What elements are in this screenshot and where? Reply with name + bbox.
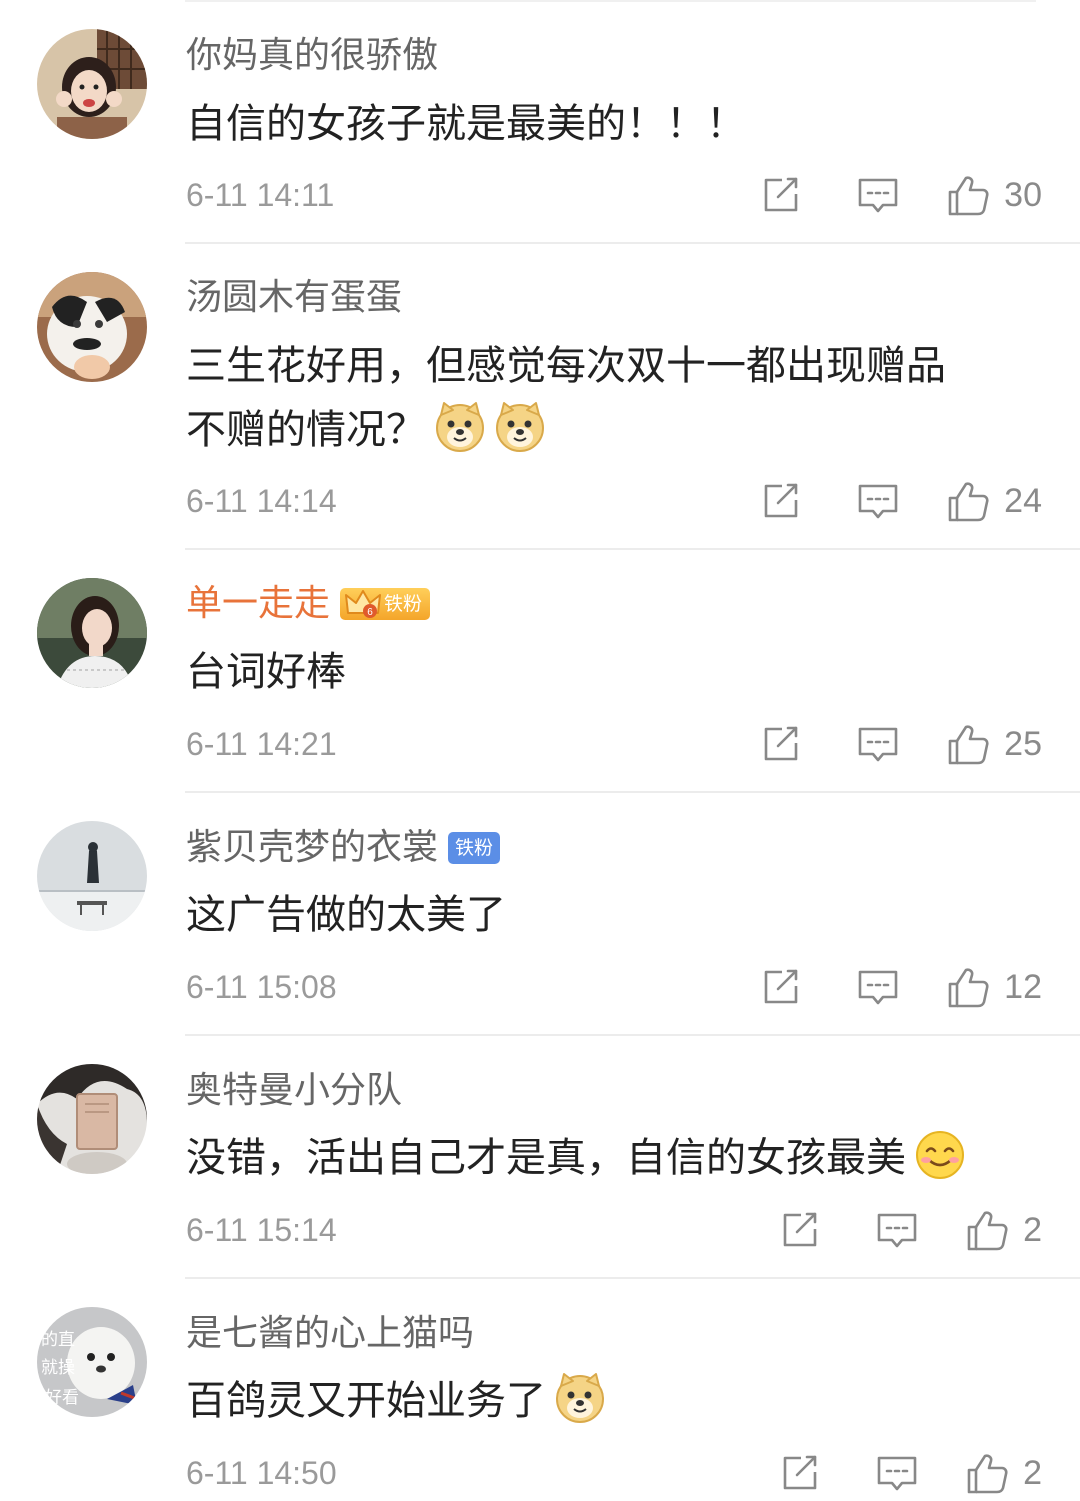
comment-item: 奥特曼小分队 没错，活出自己才是真，自信的女孩最美 6-11 15:14 2 <box>0 1036 1080 1279</box>
timestamp: 6-11 14:11 <box>186 177 335 213</box>
smile-emoji <box>915 1130 965 1180</box>
like-button[interactable]: 30 <box>946 173 1042 217</box>
avatar-text: 就操 <box>41 1358 75 1378</box>
comment-item: 单一走走 6 铁粉 台词好棒 6-11 14:21 25 <box>0 550 1080 793</box>
username[interactable]: 你妈真的很骄傲 <box>186 34 438 78</box>
comment-item: 紫贝壳梦的衣裳 铁粉 这广告做的太美了 6-11 15:08 12 <box>0 793 1080 1036</box>
comment-actions: 24 <box>758 476 1042 526</box>
badge-label: 铁粉 <box>384 593 423 615</box>
share-icon[interactable] <box>777 1451 821 1495</box>
comment-icon[interactable] <box>875 1208 919 1252</box>
comment-text: 这广告做的太美了 <box>186 883 1026 947</box>
comment-text-content: 台词好棒 <box>186 649 346 695</box>
avatar[interactable] <box>37 272 147 382</box>
avatar[interactable] <box>37 578 147 688</box>
comment-text: 三生花好用，但感觉每次双十一都出现赠品 不赠的情况？ <box>186 334 1026 462</box>
username-text[interactable]: 紫贝壳梦的衣裳 <box>186 826 438 870</box>
avatar[interactable] <box>37 821 147 931</box>
comment-icon[interactable] <box>856 479 900 523</box>
like-button[interactable]: 2 <box>965 1208 1042 1252</box>
comment-text-line: 三生花好用，但感觉每次双十一都出现赠品 <box>186 343 946 389</box>
crown-icon: 6 <box>345 590 382 618</box>
comment-icon[interactable] <box>856 722 900 766</box>
comment-text: 没错，活出自己才是真，自信的女孩最美 <box>186 1126 1026 1190</box>
comment-text-content: 没错，活出自己才是真，自信的女孩最美 <box>186 1135 906 1181</box>
username[interactable]: 汤圆木有蛋蛋 <box>186 276 402 320</box>
timestamp: 6-11 15:14 <box>186 1212 337 1248</box>
like-button[interactable]: 24 <box>946 479 1042 523</box>
doge-emoji <box>556 1373 604 1423</box>
share-icon[interactable] <box>758 722 802 766</box>
thumbs-up-icon[interactable] <box>965 1208 1009 1252</box>
like-count: 24 <box>1004 481 1042 520</box>
like-button[interactable]: 25 <box>946 722 1042 766</box>
share-icon[interactable] <box>758 965 802 1009</box>
comment-item: 的直 就操 好看 是七酱的心上猫吗 百鸽灵又开始业务了 6-11 14:50 2 <box>0 1279 1080 1501</box>
like-count: 25 <box>1004 724 1042 763</box>
comment-actions: 12 <box>758 962 1042 1012</box>
thumbs-up-icon[interactable] <box>946 722 990 766</box>
like-button[interactable]: 2 <box>965 1451 1042 1495</box>
doge-emoji <box>496 402 544 452</box>
comment-text: 台词好棒 <box>186 640 1026 704</box>
comment-actions: 30 <box>758 170 1042 220</box>
comment-icon[interactable] <box>856 965 900 1009</box>
thumbs-up-icon[interactable] <box>946 965 990 1009</box>
comment-text-content: 这广告做的太美了 <box>186 892 506 938</box>
comment-item: 你妈真的很骄傲 自信的女孩子就是最美的！！！ 6-11 14:11 30 <box>0 0 1080 244</box>
comment-actions: 25 <box>758 719 1042 769</box>
comment-text: 自信的女孩子就是最美的！！！ <box>186 92 1026 156</box>
comment-text-content: 不赠的情况？ <box>186 407 426 453</box>
like-count: 2 <box>1023 1210 1042 1249</box>
comment-text-content: 百鸽灵又开始业务了 <box>186 1378 546 1424</box>
timestamp: 6-11 14:14 <box>186 483 337 519</box>
username-text[interactable]: 你妈真的很骄傲 <box>186 34 438 78</box>
avatar[interactable] <box>37 1064 147 1174</box>
username[interactable]: 是七酱的心上猫吗 <box>186 1312 474 1356</box>
username-text[interactable]: 汤圆木有蛋蛋 <box>186 276 402 320</box>
timestamp: 6-11 14:50 <box>186 1455 337 1491</box>
comment-actions: 2 <box>777 1448 1042 1498</box>
like-count: 2 <box>1023 1453 1042 1492</box>
avatar[interactable] <box>37 29 147 139</box>
share-icon[interactable] <box>777 1208 821 1252</box>
share-icon[interactable] <box>758 173 802 217</box>
comment-icon[interactable] <box>875 1451 919 1495</box>
avatar-text: 好看 <box>45 1388 79 1408</box>
comment-text-line-2: 不赠的情况？ <box>186 398 1026 462</box>
share-icon[interactable] <box>758 479 802 523</box>
like-count: 12 <box>1004 967 1042 1006</box>
timestamp: 6-11 15:08 <box>186 969 337 1005</box>
thumbs-up-icon[interactable] <box>965 1451 1009 1495</box>
thumbs-up-icon[interactable] <box>946 479 990 523</box>
username[interactable]: 紫贝壳梦的衣裳 铁粉 <box>186 826 501 870</box>
like-count: 30 <box>1004 175 1042 214</box>
username[interactable]: 奥特曼小分队 <box>186 1069 402 1113</box>
username[interactable]: 单一走走 6 铁粉 <box>186 582 431 626</box>
username-text[interactable]: 单一走走 <box>186 582 330 626</box>
fan-badge[interactable]: 6 铁粉 <box>340 588 431 620</box>
comment-item: 汤圆木有蛋蛋 三生花好用，但感觉每次双十一都出现赠品 不赠的情况？ 6-11 1… <box>0 244 1080 550</box>
comment-text: 百鸽灵又开始业务了 <box>186 1369 1026 1433</box>
timestamp: 6-11 14:21 <box>186 726 337 762</box>
comment-icon[interactable] <box>856 173 900 217</box>
badge-level: 6 <box>367 607 373 618</box>
comment-text-content: 自信的女孩子就是最美的！！！ <box>186 101 746 147</box>
like-button[interactable]: 12 <box>946 965 1042 1009</box>
fan-badge[interactable]: 铁粉 <box>448 832 501 864</box>
doge-emoji <box>436 402 484 452</box>
avatar[interactable]: 的直 就操 好看 <box>37 1307 147 1417</box>
avatar-text: 的直 <box>41 1330 75 1350</box>
thumbs-up-icon[interactable] <box>946 173 990 217</box>
comment-actions: 2 <box>777 1205 1042 1255</box>
username-text[interactable]: 是七酱的心上猫吗 <box>186 1312 474 1356</box>
username-text[interactable]: 奥特曼小分队 <box>186 1069 402 1113</box>
